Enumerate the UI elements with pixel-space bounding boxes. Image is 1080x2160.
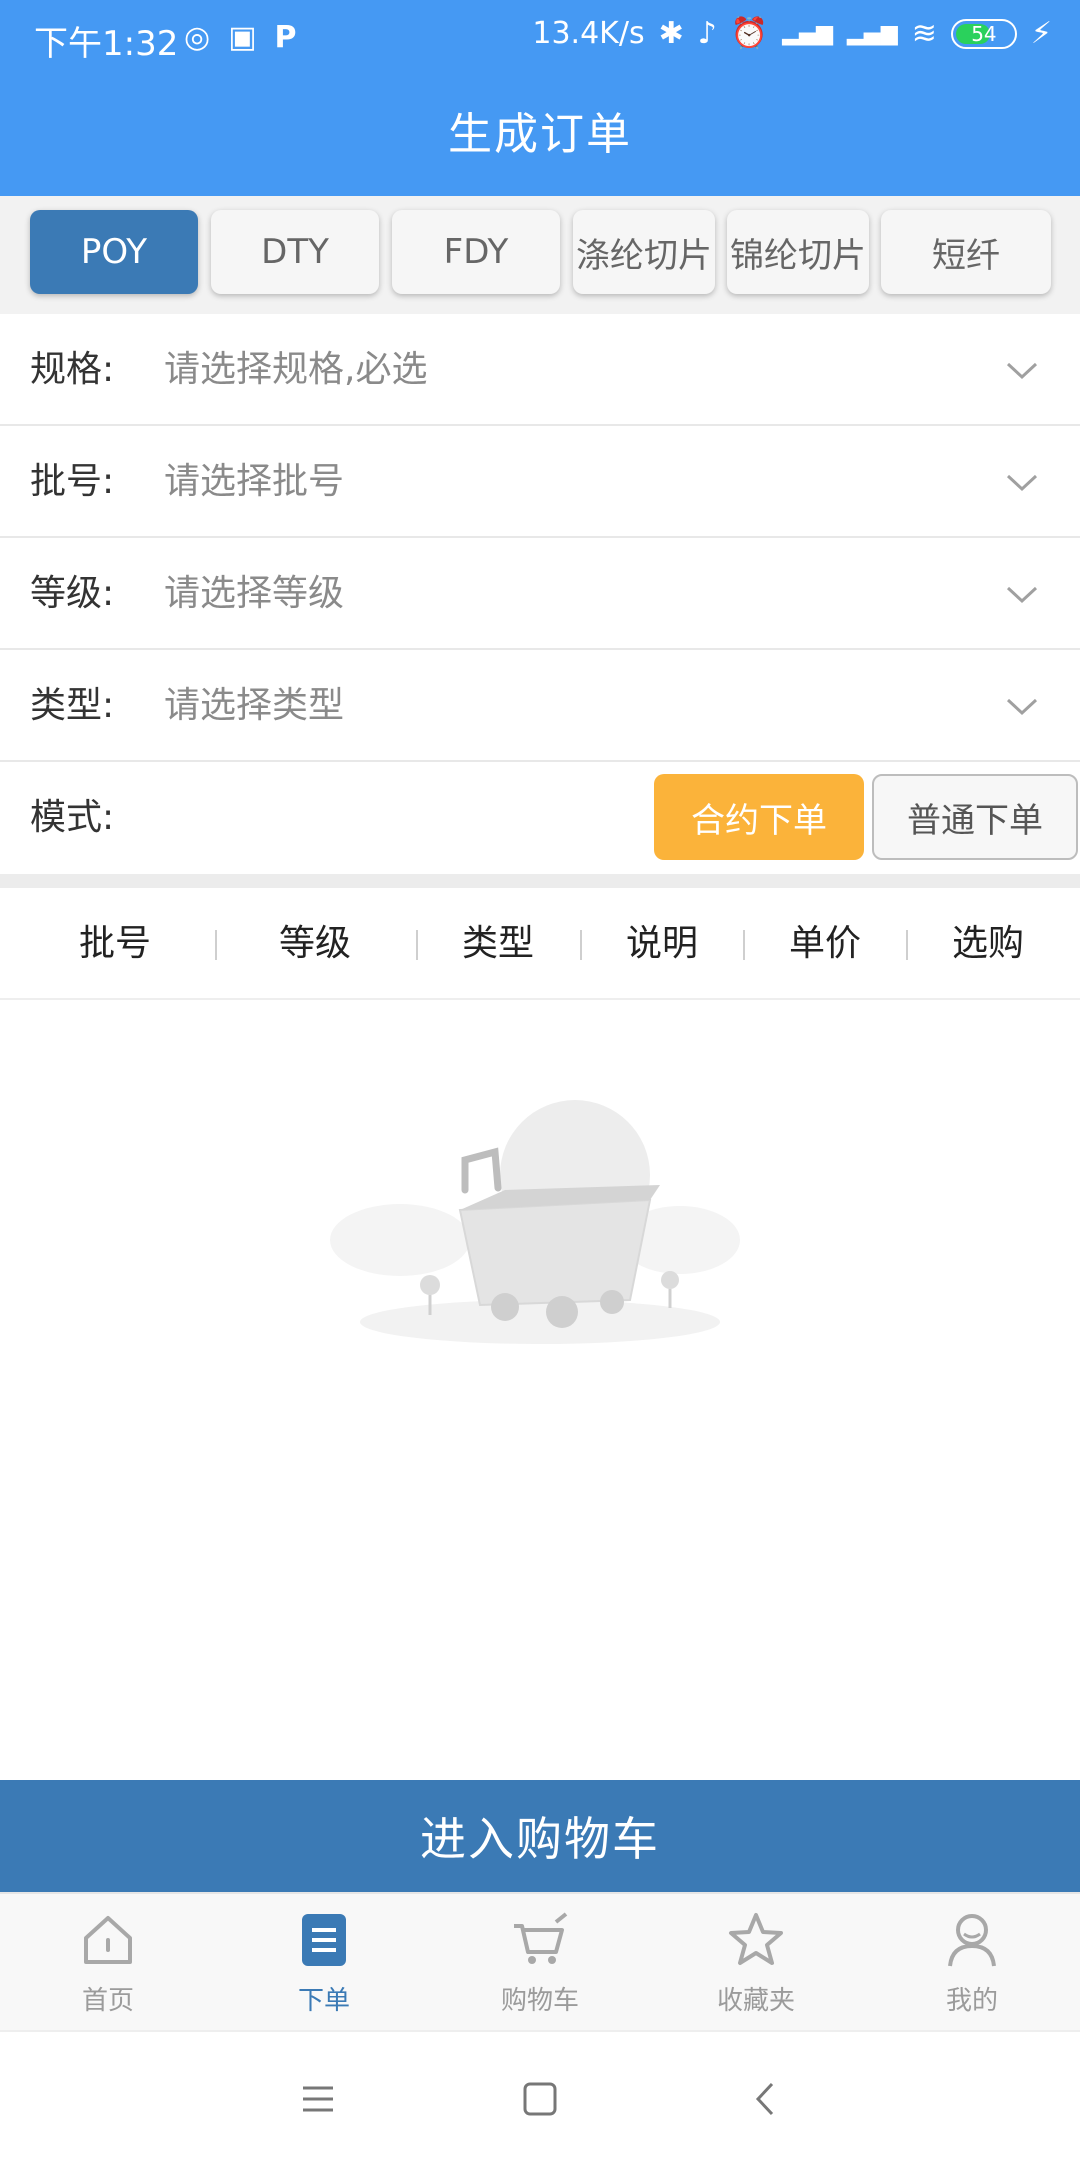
nav-order[interactable]: 下单 — [216, 1894, 432, 2032]
column-batch: 批号 — [78, 923, 151, 964]
bottom-nav: 首页 下单 购物车 收藏夹 我的 — [0, 1892, 1080, 2030]
order-icon — [302, 1914, 346, 1966]
signal-icon: ▂▄▆ — [782, 21, 834, 46]
charging-icon: ⚡ — [1030, 16, 1052, 51]
table-header: 批号 等级 类型 说明 单价 选购 — [0, 888, 1080, 1000]
normal-order-button[interactable]: 普通下单 — [872, 774, 1078, 860]
grade-select[interactable]: 等级: 请选择等级 — [0, 538, 1080, 650]
column-purchase: 选购 — [951, 923, 1024, 964]
battery-icon: 54 — [950, 18, 1017, 49]
grade-label: 等级: — [30, 573, 115, 614]
nav-favorites[interactable]: 收藏夹 — [648, 1894, 864, 2032]
tab-poy[interactable]: POY — [30, 210, 198, 294]
status-time: 下午1:32 — [34, 24, 179, 64]
batch-label: 批号: — [30, 461, 115, 502]
enter-cart-button[interactable]: 进入购物车 — [0, 1780, 1080, 1892]
nav-order-label: 下单 — [297, 1986, 350, 2016]
cart-icon — [514, 1912, 568, 1964]
grade-placeholder: 请选择等级 — [164, 573, 345, 614]
app-header: 生成订单 — [0, 80, 1080, 196]
menu-icon[interactable] — [293, 2074, 343, 2124]
mute-icon: ♪ — [697, 16, 717, 51]
user-icon — [948, 1914, 996, 1967]
tab-polyester-chip[interactable]: 涤纶切片 — [573, 210, 715, 294]
spec-label: 规格: — [30, 349, 115, 390]
status-right: 13.4K/s ✱ ♪ ⏰ ▂▄▆ ▂▄▆ ≋ 54 ⚡ — [532, 16, 1052, 51]
status-bar: 下午1:32 ◎ ▣ P 13.4K/s ✱ ♪ ⏰ ▂▄▆ ▂▄▆ ≋ 54 … — [0, 0, 1080, 80]
tab-nylon-chip[interactable]: 锦纶切片 — [727, 210, 869, 294]
nav-cart-label: 购物车 — [500, 1986, 579, 2016]
nav-profile[interactable]: 我的 — [864, 1894, 1080, 2032]
column-grade: 等级 — [278, 923, 351, 964]
chevron-down-icon — [1006, 698, 1038, 716]
tab-staple-fiber[interactable]: 短纤 — [881, 210, 1051, 294]
p-app-icon: P — [274, 20, 297, 55]
chevron-down-icon — [1006, 362, 1038, 380]
netease-icon: ◎ — [184, 20, 211, 55]
signal-2-icon: ▂▄▆ — [847, 21, 898, 46]
batch-select[interactable]: 批号: 请选择批号 — [0, 426, 1080, 538]
home-icon — [84, 1916, 132, 1964]
nav-cart[interactable]: 购物车 — [432, 1894, 648, 2032]
contract-order-button[interactable]: 合约下单 — [654, 774, 864, 860]
notification-icons: ◎ ▣ P — [184, 18, 297, 58]
nav-home-label: 首页 — [81, 1986, 134, 2016]
network-speed: 13.4K/s — [532, 16, 645, 51]
system-nav-bar — [0, 2030, 1080, 2160]
column-separator — [906, 930, 908, 960]
column-price: 单价 — [788, 923, 861, 964]
alarm-icon: ⏰ — [730, 16, 769, 51]
column-type: 类型 — [461, 923, 534, 964]
tab-dty[interactable]: DTY — [211, 210, 379, 294]
wifi-icon: ≋ — [911, 16, 937, 51]
column-separator — [743, 930, 745, 960]
empty-cart-illustration — [330, 1100, 740, 1344]
section-divider — [0, 874, 1080, 888]
app-notification-icon: ▣ — [228, 20, 257, 55]
mode-row: 模式: 合约下单 普通下单 — [0, 762, 1080, 874]
nav-favorites-label: 收藏夹 — [716, 1986, 795, 2016]
home-square-icon[interactable] — [515, 2074, 565, 2124]
tab-fdy[interactable]: FDY — [392, 210, 560, 294]
column-description: 说明 — [625, 923, 698, 964]
spec-select[interactable]: 规格: 请选择规格,必选 — [0, 314, 1080, 426]
category-tabs: POY DTY FDY 涤纶切片 锦纶切片 短纤 — [0, 196, 1080, 314]
batch-placeholder: 请选择批号 — [164, 461, 345, 502]
mode-label: 模式: — [30, 797, 115, 838]
chevron-down-icon — [1006, 586, 1038, 604]
star-icon — [729, 1913, 783, 1965]
column-separator — [580, 930, 582, 960]
page-title: 生成订单 — [448, 109, 632, 160]
type-label: 类型: — [30, 685, 115, 726]
nav-home[interactable]: 首页 — [0, 1894, 216, 2032]
column-separator — [416, 930, 418, 960]
spec-placeholder: 请选择规格,必选 — [164, 349, 428, 390]
nav-profile-label: 我的 — [945, 1986, 998, 2016]
back-icon[interactable] — [742, 2074, 792, 2124]
column-separator — [215, 930, 217, 960]
type-placeholder: 请选择类型 — [164, 685, 345, 726]
type-select[interactable]: 类型: 请选择类型 — [0, 650, 1080, 762]
chevron-down-icon — [1006, 474, 1038, 492]
bluetooth-icon: ✱ — [658, 16, 684, 51]
